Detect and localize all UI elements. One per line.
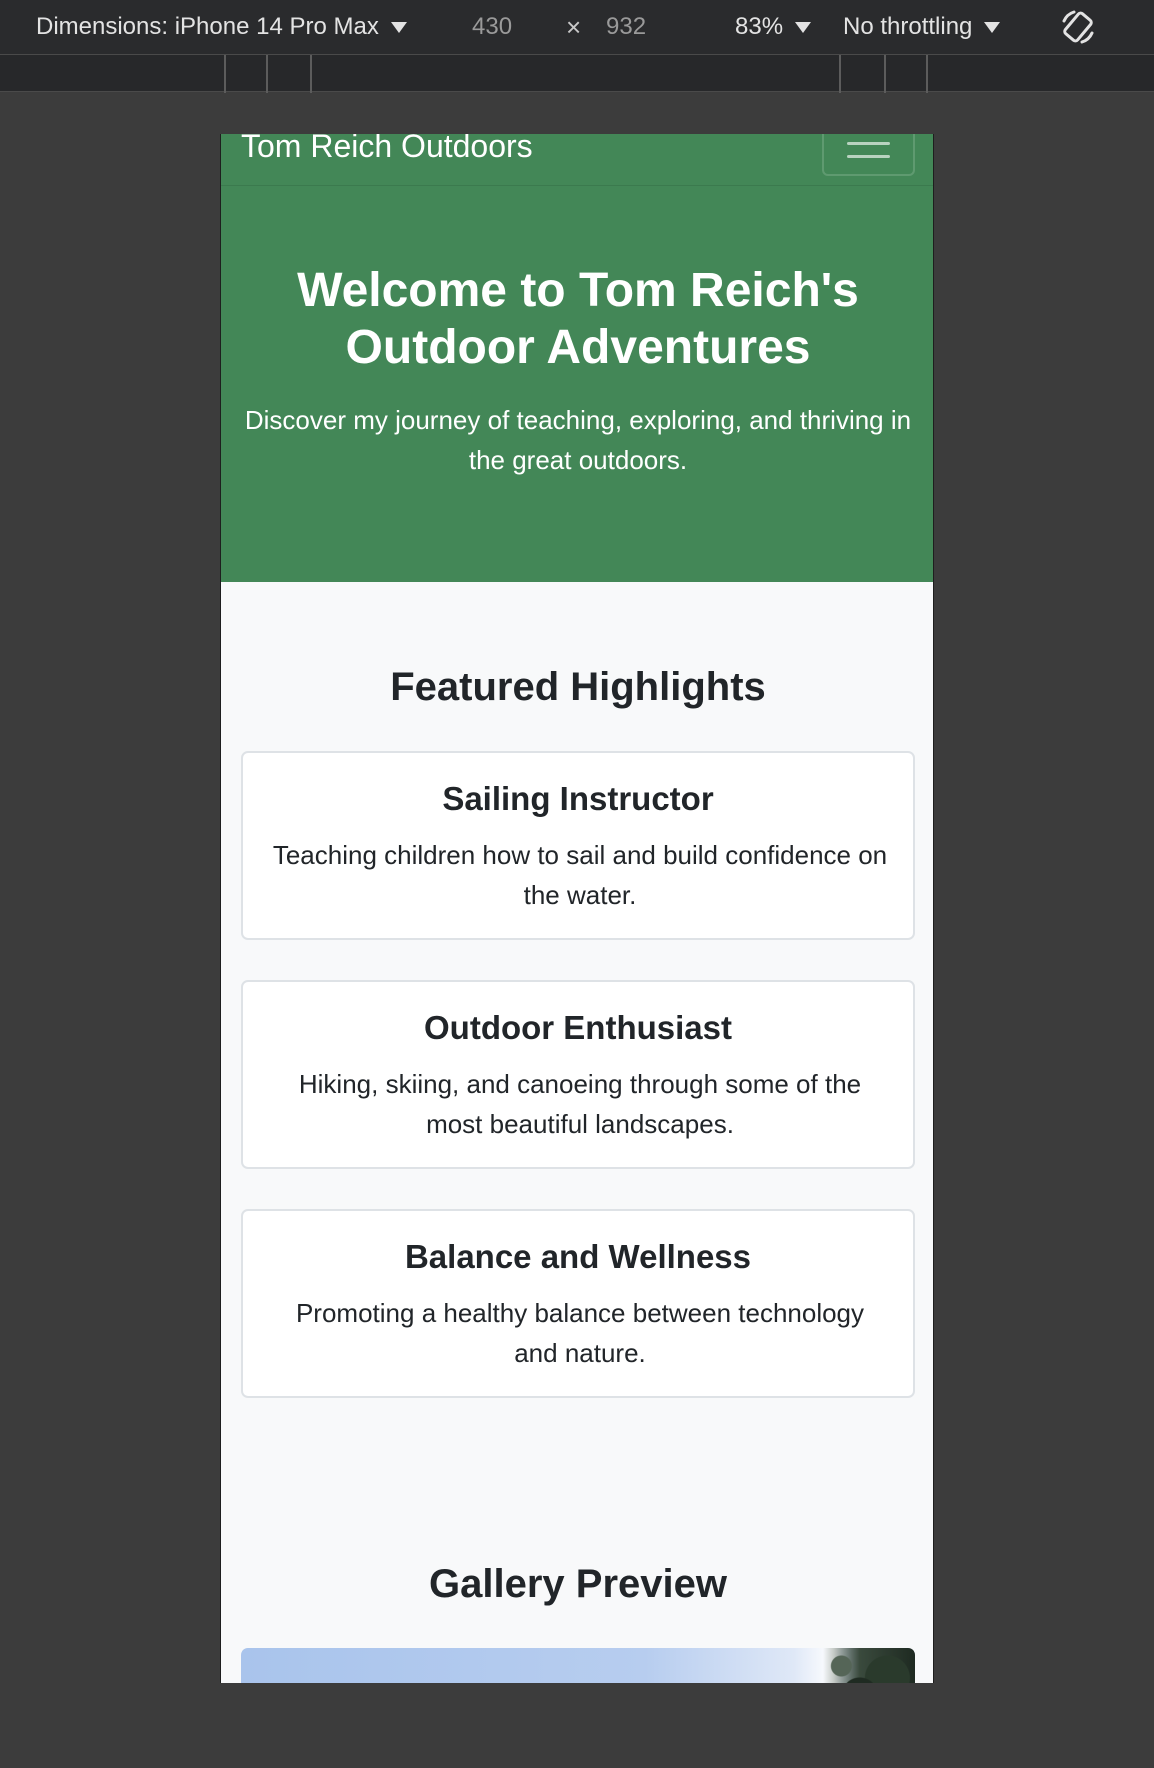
caret-down-icon [390, 21, 407, 33]
hero-title: Welcome to Tom Reich's Outdoor Adventure… [297, 264, 859, 374]
throttling-dropdown[interactable]: No throttling [843, 0, 1001, 54]
caret-down-icon [795, 21, 812, 33]
highlight-card: Sailing Instructor Teaching children how… [241, 751, 915, 940]
ruler-tick [839, 55, 841, 93]
device-viewport: Tom Reich Outdoors Welcome to Tom Reich'… [220, 134, 934, 1683]
zoom-dropdown[interactable]: 83% [735, 0, 812, 54]
tree-foliage [823, 1648, 915, 1683]
device-dimensions-label: Dimensions: iPhone 14 Pro Max [36, 13, 379, 40]
ruler-tick [266, 55, 268, 93]
highlight-card: Balance and Wellness Promoting a healthy… [241, 1209, 915, 1398]
viewport-height-input[interactable]: 932 [606, 0, 646, 54]
device-dimensions-dropdown[interactable]: Dimensions: iPhone 14 Pro Max [36, 0, 407, 54]
card-text: Teaching children how to sail and build … [272, 840, 888, 910]
highlights-heading: Featured Highlights [390, 665, 766, 709]
rotate-device-button[interactable] [1058, 0, 1098, 54]
zoom-label: 83% [735, 13, 784, 40]
ruler-tick [224, 55, 226, 93]
card-text: Hiking, skiing, and canoeing through som… [298, 1069, 862, 1139]
ruler-tick [884, 55, 886, 93]
highlight-card: Outdoor Enthusiast Hiking, skiing, and c… [241, 980, 915, 1169]
navbar: Tom Reich Outdoors [221, 134, 933, 186]
gallery-image[interactable] [241, 1648, 915, 1683]
card-title: Sailing Instructor [442, 780, 714, 817]
ruler-tick [310, 55, 312, 93]
gallery-heading: Gallery Preview [429, 1562, 727, 1606]
card-text: Promoting a healthy balance between tech… [295, 1298, 865, 1368]
hero-section: Welcome to Tom Reich's Outdoor Adventure… [221, 186, 933, 582]
rotate-device-icon [1062, 10, 1094, 44]
dimension-separator: × [566, 11, 582, 42]
ruler-tick [926, 55, 928, 93]
throttling-label: No throttling [843, 13, 973, 40]
devtools-device-toolbar: Dimensions: iPhone 14 Pro Max 430 × 932 … [0, 0, 1154, 54]
caret-down-icon [984, 21, 1001, 33]
hero-subtitle: Discover my journey of teaching, explori… [244, 405, 912, 475]
navbar-brand-link[interactable]: Tom Reich Outdoors [241, 134, 533, 166]
card-title: Balance and Wellness [404, 1238, 752, 1275]
viewport-width-input[interactable]: 430 [472, 0, 512, 54]
card-title: Outdoor Enthusiast [424, 1009, 732, 1046]
media-query-ruler [0, 54, 1154, 93]
navbar-toggler-button[interactable] [822, 134, 915, 176]
